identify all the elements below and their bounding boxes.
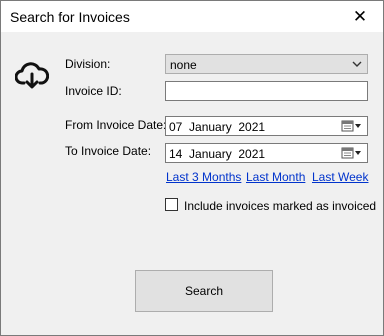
cloud-download-icon — [15, 62, 49, 89]
last-month-link[interactable]: Last Month — [246, 170, 305, 184]
division-value: none — [170, 58, 197, 72]
close-icon: ✕ — [352, 6, 368, 26]
last-week-link[interactable]: Last Week — [312, 170, 368, 184]
from-date-picker[interactable]: 07 January 2021 — [165, 116, 368, 136]
division-select[interactable]: none — [165, 54, 368, 74]
calendar-dropdown-icon[interactable] — [341, 146, 363, 160]
last-3-months-link[interactable]: Last 3 Months — [166, 170, 241, 184]
invoice-id-label: Invoice ID: — [65, 84, 122, 98]
dialog-title: Search for Invoices — [10, 9, 130, 25]
from-date-value: 07 January 2021 — [169, 120, 266, 134]
calendar-dropdown-icon[interactable] — [341, 119, 363, 133]
chevron-down-icon — [352, 61, 362, 67]
invoice-id-input[interactable] — [165, 81, 368, 101]
from-date-label: From Invoice Date: — [65, 118, 167, 132]
division-label: Division: — [65, 57, 111, 71]
to-date-value: 14 January 2021 — [169, 147, 266, 161]
search-invoices-dialog: Search for Invoices ✕ Division: none Inv… — [0, 0, 384, 336]
title-bar: Search for Invoices ✕ — [1, 1, 383, 32]
to-date-label: To Invoice Date: — [65, 144, 152, 158]
close-button[interactable]: ✕ — [337, 1, 383, 32]
to-date-picker[interactable]: 14 January 2021 — [165, 143, 368, 163]
include-invoiced-label[interactable]: Include invoices marked as invoiced — [184, 199, 376, 213]
search-button[interactable]: Search — [135, 270, 273, 312]
include-invoiced-checkbox[interactable] — [165, 198, 178, 211]
